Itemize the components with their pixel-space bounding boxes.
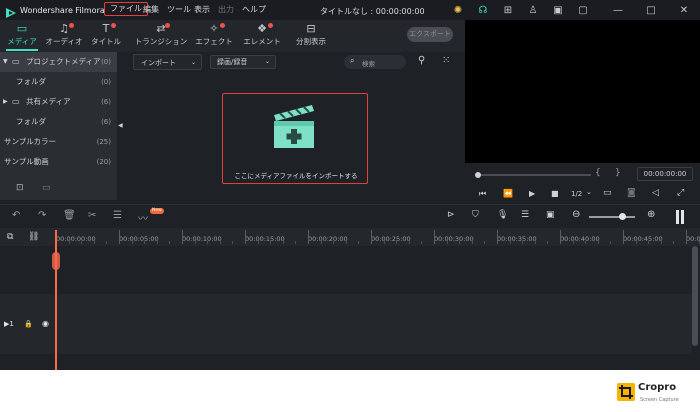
ruler-tick-label: 00:00:10:00 bbox=[182, 235, 222, 243]
ruler-minor-tick bbox=[585, 241, 587, 244]
ruler-minor-tick bbox=[635, 241, 637, 244]
ruler-tick-label: 00:00:20:00 bbox=[308, 235, 348, 243]
ruler-minor-tick bbox=[81, 241, 83, 244]
ruler-minor-tick bbox=[509, 241, 511, 244]
ruler-tick bbox=[497, 230, 498, 244]
ruler-minor-tick bbox=[648, 241, 650, 244]
ruler-minor-tick bbox=[93, 241, 95, 244]
ruler-minor-tick bbox=[572, 241, 574, 244]
ruler-minor-tick bbox=[396, 241, 398, 244]
eye-icon[interactable]: ◉ bbox=[42, 319, 49, 328]
ruler-minor-tick bbox=[345, 241, 347, 244]
ruler-tick bbox=[182, 230, 183, 244]
ruler-minor-tick bbox=[219, 241, 221, 244]
ruler-tick-label: 00:00:35:00 bbox=[497, 235, 537, 243]
ruler-minor-tick bbox=[282, 241, 284, 244]
ruler-tick-label: 00:00:45:00 bbox=[623, 235, 663, 243]
ruler-minor-tick bbox=[459, 241, 461, 244]
ruler-minor-tick bbox=[156, 241, 158, 244]
ruler-minor-tick bbox=[144, 241, 146, 244]
ruler-minor-tick bbox=[68, 241, 70, 244]
ruler-minor-tick bbox=[610, 241, 612, 244]
ruler-minor-tick bbox=[295, 241, 297, 244]
ruler-tick bbox=[245, 230, 246, 244]
track-empty bbox=[0, 246, 692, 290]
ruler-tick bbox=[119, 230, 120, 244]
ruler-minor-tick bbox=[333, 241, 335, 244]
ruler-minor-tick bbox=[534, 241, 536, 244]
ruler-minor-tick bbox=[257, 241, 259, 244]
video-track[interactable]: ▶1 🔒 ◉ bbox=[0, 294, 692, 354]
ruler-minor-tick bbox=[660, 241, 662, 244]
ruler-tick-label: 00:00:30:00 bbox=[434, 235, 474, 243]
filmora-window: Wondershare Filmora ファイル 編集 ツール 表示 出力 ヘル… bbox=[0, 0, 700, 370]
ruler-minor-tick bbox=[471, 241, 473, 244]
ruler-minor-tick bbox=[207, 241, 209, 244]
watermark-sub: Screen Capture bbox=[640, 397, 679, 403]
video-track-icon: ▶1 bbox=[4, 320, 14, 328]
ruler-minor-tick bbox=[320, 241, 322, 244]
playhead-handle[interactable] bbox=[52, 252, 60, 270]
ruler-minor-tick bbox=[358, 241, 360, 244]
ruler-minor-tick bbox=[106, 241, 108, 244]
lock-icon[interactable]: 🔒 bbox=[24, 320, 33, 328]
ruler-tick bbox=[308, 230, 309, 244]
ruler-tick-label: 00:00:40:00 bbox=[560, 235, 600, 243]
ruler-minor-tick bbox=[522, 241, 524, 244]
ruler-minor-tick bbox=[408, 241, 410, 244]
track-number: 1 bbox=[9, 320, 14, 328]
ruler-minor-tick bbox=[270, 241, 272, 244]
ruler-tick bbox=[434, 230, 435, 244]
ruler-minor-tick bbox=[547, 241, 549, 244]
ruler-minor-tick bbox=[194, 241, 196, 244]
ruler-minor-tick bbox=[131, 241, 133, 244]
ruler-tick-label: 00:00:05:00 bbox=[119, 235, 159, 243]
cropro-logo-icon bbox=[617, 383, 635, 401]
ruler-tick bbox=[686, 230, 687, 244]
ruler-minor-tick bbox=[169, 241, 171, 244]
ruler-minor-tick bbox=[421, 241, 423, 244]
ruler-tick-label: 00:00:15:00 bbox=[245, 235, 285, 243]
ruler-ticks: 00:00:00:00 00:00:05:00 00:00:10:00 00:00:1… bbox=[0, 0, 700, 260]
ruler-minor-tick bbox=[484, 241, 486, 244]
timeline-tracks: ▶1 🔒 ◉ bbox=[0, 246, 700, 370]
ruler-minor-tick bbox=[597, 241, 599, 244]
ruler-tick-label: 00:00:25:00 bbox=[371, 235, 411, 243]
ruler-minor-tick bbox=[232, 241, 234, 244]
ruler-tick bbox=[623, 230, 624, 244]
ruler-tick bbox=[560, 230, 561, 244]
ruler-minor-tick bbox=[698, 241, 700, 244]
ruler-tick bbox=[371, 230, 372, 244]
ruler-minor-tick bbox=[673, 241, 675, 244]
ruler-tick-label: 00:00:00:00 bbox=[56, 235, 96, 243]
playhead[interactable] bbox=[55, 230, 57, 370]
vertical-scrollbar[interactable] bbox=[692, 246, 698, 346]
ruler-minor-tick bbox=[383, 241, 385, 244]
watermark-brand: Cropro bbox=[638, 382, 677, 393]
ruler-minor-tick bbox=[446, 241, 448, 244]
